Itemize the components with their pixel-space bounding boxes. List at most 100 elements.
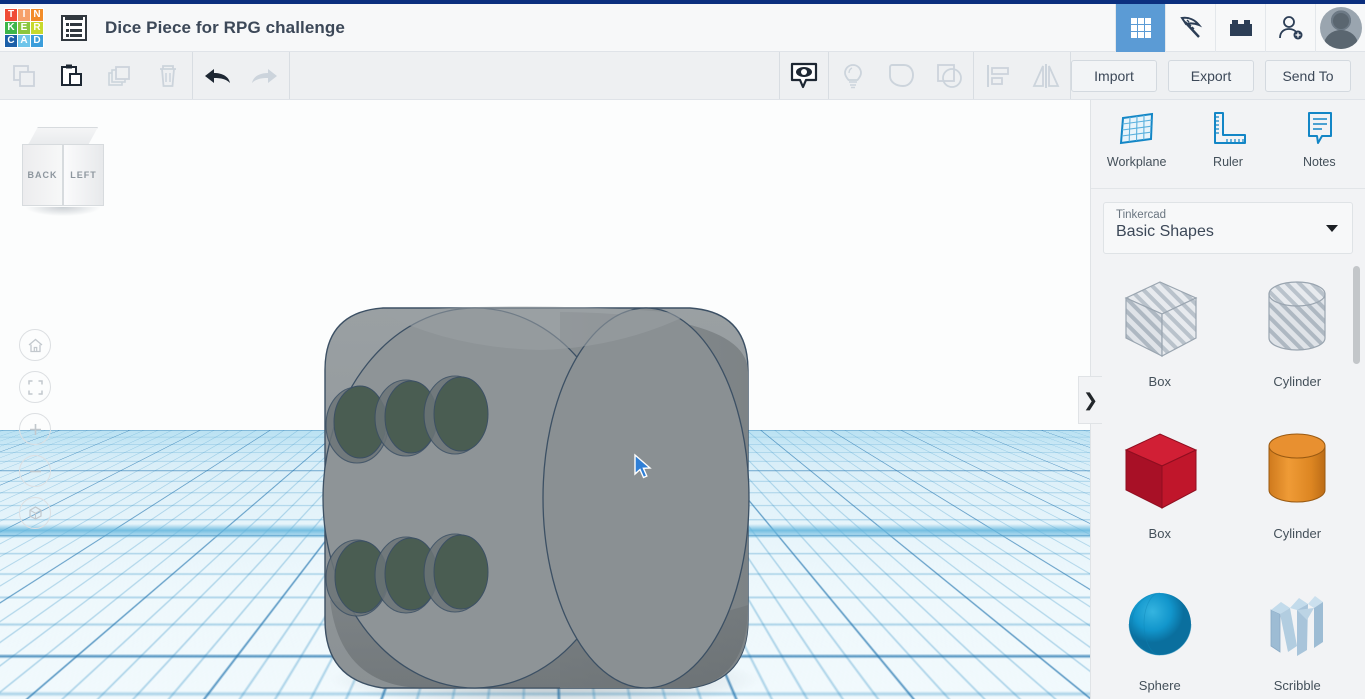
3d-viewport[interactable]: BACK LEFT bbox=[0, 100, 1090, 699]
shape-library-dropdown[interactable]: Tinkercad Basic Shapes bbox=[1103, 202, 1353, 254]
notes-bubble-icon bbox=[1308, 112, 1333, 144]
delete-icon[interactable] bbox=[144, 52, 192, 99]
view-cube-back-face[interactable]: BACK bbox=[22, 144, 63, 206]
cylinder-solid-icon bbox=[1268, 433, 1326, 502]
send-to-button[interactable]: Send To bbox=[1265, 59, 1351, 92]
pickaxe-glyph bbox=[1179, 16, 1202, 38]
show-hide-icon[interactable] bbox=[780, 52, 828, 99]
solid-shape-glyph bbox=[889, 63, 914, 87]
app-header: T I N K E R C A D Dice Piece for RPG cha… bbox=[0, 3, 1365, 52]
header-actions bbox=[1115, 3, 1365, 52]
logo-tile-r: R bbox=[31, 21, 43, 34]
dice-model[interactable] bbox=[0, 100, 1090, 699]
library-category-label: Tinkercad bbox=[1116, 209, 1167, 221]
ruler-tool[interactable]: Ruler bbox=[1182, 110, 1273, 180]
redo-glyph bbox=[252, 68, 277, 83]
panel-divider bbox=[1091, 188, 1365, 189]
shape-cylinder-solid[interactable]: Cylinder bbox=[1229, 408, 1365, 560]
main-toolbar: Import Export Send To bbox=[0, 52, 1365, 100]
trash-glyph bbox=[160, 64, 176, 87]
export-button[interactable]: Export bbox=[1168, 59, 1254, 92]
align-glyph bbox=[987, 64, 1009, 87]
shape-label: Box bbox=[1148, 373, 1171, 389]
shapes-grid: Box Cylinder Box Cylinder Sphere Scribbl… bbox=[1091, 256, 1365, 699]
shape-scribble[interactable]: Scribble bbox=[1229, 560, 1365, 699]
show-hide-glyph bbox=[790, 62, 818, 88]
notes-tool[interactable]: Notes bbox=[1274, 110, 1365, 180]
cylinder-hole-icon bbox=[1268, 280, 1326, 351]
paste-icon[interactable] bbox=[48, 52, 96, 99]
shape-box-solid[interactable]: Box bbox=[1091, 408, 1229, 560]
import-button[interactable]: Import bbox=[1071, 59, 1157, 92]
ruler-tool-label: Ruler bbox=[1213, 155, 1243, 169]
paste-glyph bbox=[61, 64, 82, 86]
mirror-icon[interactable] bbox=[1022, 52, 1070, 99]
home-icon bbox=[28, 338, 42, 352]
tinkercad-logo[interactable]: T I N K E R C A D bbox=[4, 7, 44, 48]
redo-icon[interactable] bbox=[241, 52, 289, 99]
shape-cylinder-hole[interactable]: Cylinder bbox=[1229, 256, 1365, 408]
plus-icon bbox=[29, 423, 41, 435]
history-tools bbox=[193, 52, 289, 99]
apps-grid-glyph bbox=[1130, 17, 1151, 38]
shapes-scrollbar[interactable] bbox=[1353, 266, 1360, 364]
logo-tile-c: C bbox=[5, 34, 17, 47]
zoom-in-button[interactable] bbox=[19, 413, 51, 445]
logo-tile-i: I bbox=[18, 8, 30, 21]
solid-shape-icon[interactable] bbox=[877, 52, 925, 99]
pickaxe-icon[interactable] bbox=[1165, 3, 1215, 52]
list-document-icon[interactable] bbox=[61, 14, 87, 41]
zoom-out-button[interactable] bbox=[19, 455, 51, 487]
dice-pips-bottom-row bbox=[325, 533, 489, 617]
view-cube-shadow bbox=[26, 207, 100, 216]
logo-tile-n: N bbox=[31, 8, 43, 21]
shapes-list[interactable]: Box Cylinder Box Cylinder Sphere Scribbl… bbox=[1091, 256, 1365, 699]
notes-tool-label: Notes bbox=[1302, 155, 1336, 169]
lightbulb-icon[interactable] bbox=[829, 52, 877, 99]
panel-tool-row: Workplane Ruler Notes bbox=[1091, 100, 1365, 180]
blocks-icon[interactable] bbox=[1215, 3, 1265, 52]
workplane-tool[interactable]: Workplane bbox=[1091, 110, 1182, 180]
group-glyph bbox=[937, 63, 962, 88]
add-person-icon[interactable] bbox=[1265, 3, 1315, 52]
user-avatar[interactable] bbox=[1315, 3, 1365, 52]
shapes-scrollbar-track[interactable] bbox=[1353, 260, 1363, 695]
logo-tile-t: T bbox=[5, 8, 17, 21]
view-cube[interactable]: BACK LEFT bbox=[22, 127, 104, 216]
undo-icon[interactable] bbox=[193, 52, 241, 99]
pip-6 bbox=[433, 534, 489, 610]
cube-arrow-icon bbox=[28, 505, 42, 520]
workplane-grid-icon bbox=[1119, 112, 1153, 145]
ortho-toggle-button[interactable] bbox=[19, 497, 51, 529]
copy-icon[interactable] bbox=[0, 52, 48, 99]
add-person-glyph bbox=[1278, 15, 1302, 39]
copy-glyph bbox=[13, 64, 35, 87]
shape-label: Box bbox=[1148, 525, 1171, 541]
view-cube-top-face[interactable] bbox=[28, 127, 98, 145]
workplane-tool-label: Workplane bbox=[1106, 155, 1167, 169]
group-icon[interactable] bbox=[925, 52, 973, 99]
minus-icon bbox=[29, 470, 41, 472]
align-icon[interactable] bbox=[974, 52, 1022, 99]
panel-collapse-tab[interactable]: ❯ bbox=[1078, 376, 1102, 424]
lightbulb-glyph bbox=[844, 63, 862, 88]
box-hole-icon bbox=[1124, 280, 1198, 357]
fit-view-button[interactable] bbox=[19, 371, 51, 403]
toolbar-action-buttons: Import Export Send To bbox=[1071, 52, 1365, 99]
duplicate-icon[interactable] bbox=[96, 52, 144, 99]
shape-sphere[interactable]: Sphere bbox=[1091, 560, 1229, 699]
home-view-button[interactable] bbox=[19, 329, 51, 361]
sphere-icon bbox=[1128, 592, 1192, 655]
tinkercad-app: T I N K E R C A D Dice Piece for RPG cha… bbox=[0, 0, 1365, 699]
mirror-glyph bbox=[1032, 63, 1060, 88]
apps-grid-icon[interactable] bbox=[1115, 3, 1165, 52]
avatar-image bbox=[1319, 6, 1362, 49]
clipboard-tools bbox=[0, 52, 192, 99]
box-solid-icon bbox=[1124, 432, 1197, 509]
shape-box-hole[interactable]: Box bbox=[1091, 256, 1229, 408]
library-selection-label: Basic Shapes bbox=[1116, 223, 1214, 240]
fit-frame-icon bbox=[27, 379, 43, 395]
view-cube-left-face[interactable]: LEFT bbox=[63, 144, 104, 206]
pip-3 bbox=[433, 376, 489, 452]
